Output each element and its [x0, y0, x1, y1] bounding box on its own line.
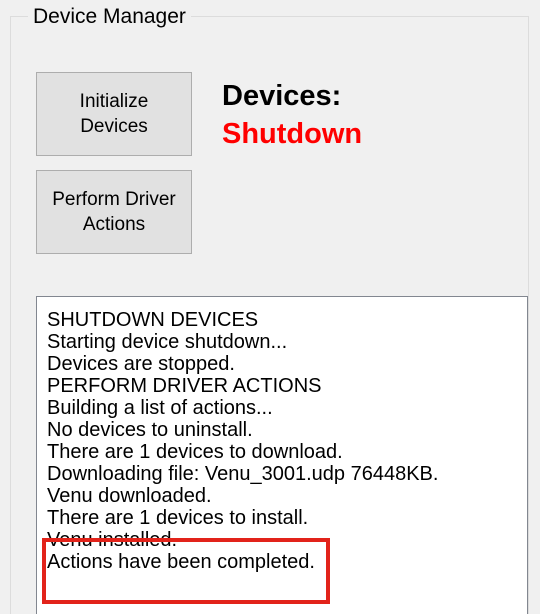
devices-status: Shutdown	[222, 118, 363, 150]
initialize-devices-label-line1: Initialize	[79, 91, 149, 112]
log-line: There are 1 devices to download.	[47, 441, 343, 463]
log-line: Actions have been completed.	[47, 551, 315, 573]
log-textbox[interactable]: SHUTDOWN DEVICES Starting device shutdown…	[36, 296, 528, 614]
log-line: There are 1 devices to install.	[47, 507, 309, 529]
groupbox-title: Device Manager	[28, 4, 191, 30]
log-line: Downloading file: Venu_3001.udp 76448KB.	[47, 463, 439, 485]
log-line: Building a list of actions...	[47, 397, 273, 419]
log-line: Devices are stopped.	[47, 353, 235, 375]
log-line: PERFORM DRIVER ACTIONS	[47, 375, 322, 397]
log-line: Venu installed.	[47, 529, 178, 551]
log-line: SHUTDOWN DEVICES	[47, 309, 259, 331]
log-line: No devices to uninstall.	[47, 419, 253, 441]
log-lines: SHUTDOWN DEVICES Starting device shutdown…	[47, 309, 438, 573]
perform-driver-actions-label-line1: Perform Driver	[52, 189, 176, 210]
devices-label: Devices:	[222, 80, 342, 112]
perform-driver-actions-label-line2: Actions	[82, 214, 146, 235]
initialize-devices-button[interactable]: Initialize Devices	[36, 72, 192, 156]
perform-driver-actions-button[interactable]: Perform Driver Actions	[36, 170, 192, 254]
log-line: Starting device shutdown...	[47, 331, 288, 353]
device-manager-panel: Device Manager Initialize Devices Perfor…	[0, 0, 540, 614]
log-line: Venu downloaded.	[47, 485, 212, 507]
initialize-devices-label-line2: Devices	[80, 116, 148, 137]
